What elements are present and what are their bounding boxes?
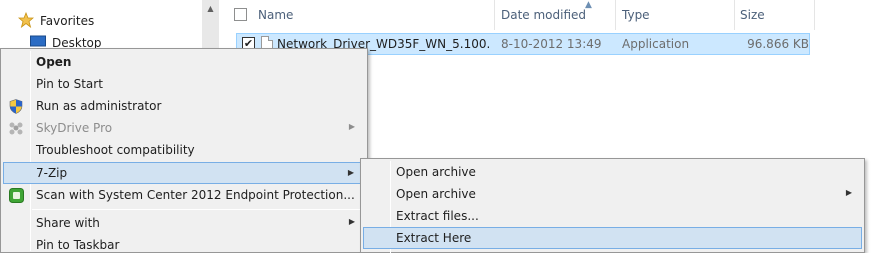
submenu-arrow-icon: ▶ [348,122,355,131]
uac-shield-icon [8,98,24,114]
scroll-up-arrow-icon[interactable]: ▲ [202,0,219,17]
menu-item-7zip[interactable]: 7-Zip ▶ [3,162,365,184]
menu-item-label: Open archive [396,165,476,179]
skydrive-icon [8,120,24,136]
submenu-arrow-icon: ▶ [845,188,852,197]
file-type: Application [622,37,690,51]
menu-item-troubleshoot-compatibility[interactable]: Troubleshoot compatibility [3,139,365,161]
menu-item-label: Open archive [396,187,476,201]
menu-item-label: Extract Here [396,231,472,245]
submenu-item-extract-here[interactable]: Extract Here [363,227,862,249]
nav-item-favorites[interactable]: Favorites [17,10,95,32]
menu-item-label: SkyDrive Pro [36,121,113,135]
menu-item-label: Pin to Start [36,77,103,91]
menu-item-skydrive-pro[interactable]: SkyDrive Pro ▶ [3,117,365,139]
column-header-name[interactable]: Name [252,0,492,30]
menu-separator [32,209,365,210]
menu-item-label: Extract files... [396,209,479,223]
nav-item-label: Favorites [40,14,95,28]
select-all-checkbox[interactable] [234,8,247,21]
column-divider[interactable] [814,0,815,30]
submenu-item-open-archive[interactable]: Open archive [363,161,862,183]
menu-item-pin-to-start[interactable]: Pin to Start [3,73,365,95]
menu-item-run-as-administrator[interactable]: Run as administrator [3,95,365,117]
menu-item-label: Share with [36,216,100,230]
endpoint-protection-icon [8,187,24,203]
menu-item-label: 7-Zip [36,166,68,180]
submenu-item-extract-files[interactable]: Extract files... [363,205,862,227]
menu-item-label: Pin to Taskbar [36,238,120,252]
menu-item-share-with[interactable]: Share with ▶ [3,212,365,234]
menu-item-pin-to-taskbar[interactable]: Pin to Taskbar [3,234,365,253]
file-size: 96.866 KB [747,37,809,51]
column-header-date-modified[interactable]: Date modified [495,0,615,30]
submenu-arrow-icon: ▶ [348,217,355,226]
file-date-modified: 8-10-2012 13:49 [501,37,602,51]
menu-item-label: Open [36,55,72,69]
column-header-size[interactable]: Size [734,0,814,30]
menu-item-open[interactable]: Open [3,51,365,73]
menu-item-label: Run as administrator [36,99,162,113]
7zip-submenu: Open archive Open archive ▶ Extract file… [360,158,865,253]
star-icon [17,11,35,31]
column-header-type[interactable]: Type [616,0,734,30]
column-header-row: ▲ Name Date modified Type Size [226,0,875,30]
context-menu: Open Pin to Start Run as administrator S… [0,48,368,253]
submenu-item-open-archive-more[interactable]: Open archive ▶ [363,183,862,205]
menu-item-scan-endpoint-protection[interactable]: Scan with System Center 2012 Endpoint Pr… [3,184,365,206]
submenu-arrow-icon: ▶ [347,168,354,177]
menu-item-label: Scan with System Center 2012 Endpoint Pr… [36,188,355,202]
menu-item-label: Troubleshoot compatibility [36,143,195,157]
